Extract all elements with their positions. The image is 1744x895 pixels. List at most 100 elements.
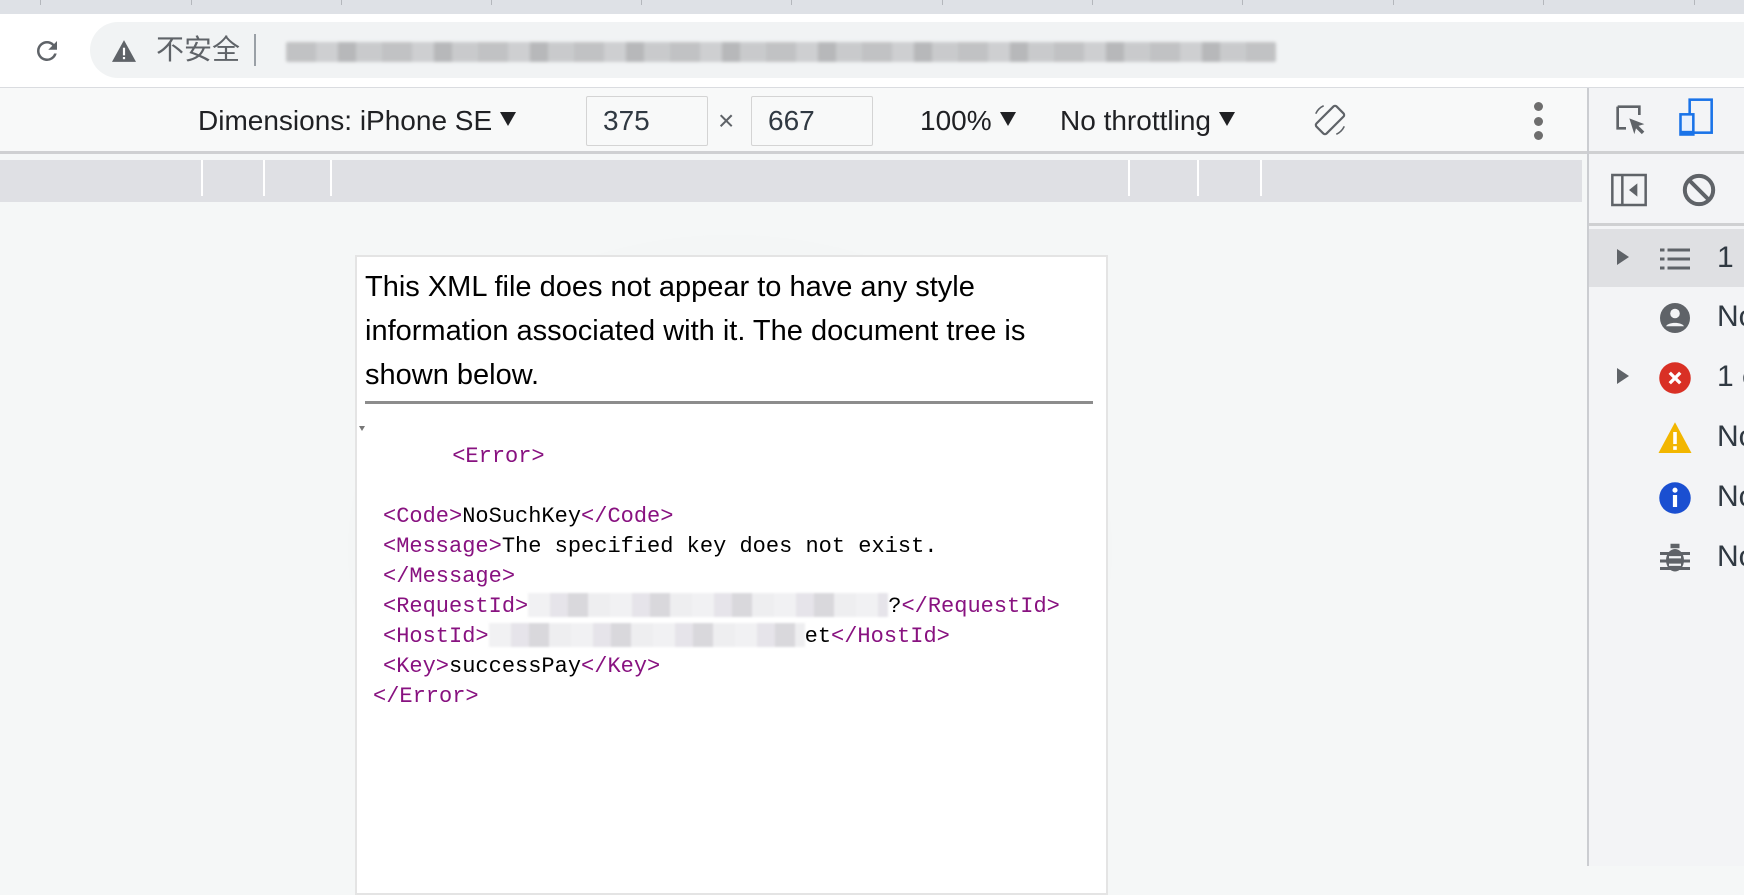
collapse-toggle-icon[interactable] [359, 426, 365, 431]
error-icon [1659, 362, 1691, 394]
sidebar-item-label: 1 e [1717, 360, 1744, 393]
reload-icon [37, 41, 57, 61]
media-query-divider [1197, 160, 1199, 196]
xml-line-key: <Key>successPay</Key> [365, 652, 1105, 682]
url-text-redacted[interactable] [286, 42, 1276, 62]
media-query-divider [263, 160, 265, 196]
dropdown-arrow-icon [500, 112, 517, 126]
zoom-dropdown[interactable]: 100% [920, 105, 1016, 137]
sidebar-item-messages[interactable]: 1 m [1589, 229, 1744, 287]
sidebar-item-label: No [1717, 540, 1744, 573]
tab-divider [791, 0, 792, 5]
tab-divider [491, 0, 492, 5]
devtools-panel: 1 m No 1 e No No [1589, 88, 1744, 866]
sidebar-item-verbose[interactable]: No [1589, 528, 1744, 586]
dot [1533, 131, 1543, 140]
xml-value: ? [888, 594, 902, 619]
throttling-label: No throttling [1060, 105, 1211, 136]
sidebar-item-label: No [1717, 300, 1744, 333]
xml-value: The specified key does not exist. [501, 534, 938, 559]
expand-arrow-icon[interactable] [1617, 368, 1629, 384]
omnibox-separator [254, 34, 256, 66]
xml-tag: <Code> [383, 504, 463, 529]
zoom-label: 100% [920, 105, 992, 136]
sidebar-toggle-icon[interactable] [1609, 170, 1649, 210]
dropdown-arrow-icon [999, 112, 1016, 126]
tab-divider [1543, 0, 1544, 5]
not-secure-warning-icon[interactable] [110, 39, 138, 63]
console-toolbar [1589, 154, 1744, 226]
throttling-dropdown[interactable]: No throttling [1060, 105, 1235, 137]
user-icon [1660, 303, 1690, 333]
more-options-button[interactable] [1532, 102, 1544, 140]
tab-divider [40, 0, 41, 5]
sidebar-item-label: 1 m [1717, 241, 1744, 274]
tab-divider [942, 0, 943, 5]
dimensions-label: Dimensions: iPhone SE [198, 105, 493, 136]
xml-line-requestid: <RequestId> ?</RequestId> [365, 592, 1105, 622]
devtools-main-toolbar [1589, 88, 1744, 154]
reload-button[interactable] [30, 34, 64, 68]
device-viewport[interactable]: This XML file does not appear to have an… [355, 255, 1108, 895]
tab-divider [1242, 0, 1243, 5]
media-query-divider [1260, 160, 1262, 196]
dot [1533, 102, 1543, 111]
tab-divider [1694, 0, 1695, 5]
xml-line-error-close: </Error> [365, 682, 1105, 712]
xml-tag: </Message> [383, 564, 516, 589]
sidebar-item-user-messages[interactable]: No [1589, 288, 1744, 346]
xml-value: et [804, 624, 832, 649]
tab-divider [1092, 0, 1093, 5]
xml-value: NoSuchKey [462, 504, 582, 529]
expand-arrow-icon[interactable] [1617, 249, 1629, 265]
xml-tag: <Message> [383, 534, 502, 559]
media-query-divider [330, 160, 332, 196]
media-query-bar[interactable] [0, 160, 1582, 202]
bug-icon [1660, 543, 1690, 572]
dimensions-dropdown[interactable]: Dimensions: iPhone SE [198, 105, 517, 137]
clear-console-icon[interactable] [1679, 170, 1719, 210]
list-icon [1660, 248, 1690, 270]
xml-line-message-close: </Message> [365, 562, 1105, 592]
tab-divider [641, 0, 642, 5]
rotate-icon[interactable] [1311, 101, 1349, 139]
width-input[interactable]: 375 [586, 96, 708, 146]
redacted-value [528, 593, 889, 617]
xml-tag: <HostId> [383, 624, 489, 649]
inspect-element-icon[interactable] [1611, 100, 1651, 140]
omnibox[interactable]: 不安全 [90, 22, 1744, 78]
media-query-divider [1128, 160, 1130, 196]
xml-line-error-open[interactable]: <Error> [359, 412, 1105, 502]
address-bar-row: 不安全 [0, 14, 1744, 88]
xml-tag: </RequestId> [901, 594, 1060, 619]
sidebar-item-info[interactable]: No [1589, 468, 1744, 526]
sidebar-item-label: No [1717, 480, 1744, 513]
xml-line-message: <Message>The specified key does not exis… [365, 532, 1105, 562]
xml-style-notice: This XML file does not appear to have an… [365, 265, 1093, 404]
sidebar-item-warnings[interactable]: No [1589, 408, 1744, 466]
warning-icon [1658, 422, 1692, 453]
info-icon [1659, 482, 1691, 514]
xml-line-hostid: <HostId> et</HostId> [365, 622, 1105, 652]
dropdown-arrow-icon [1218, 112, 1235, 126]
dot [1533, 116, 1543, 126]
xml-document-tree: <Error> <Code>NoSuchKey</Code> <Message>… [359, 412, 1105, 712]
redacted-value [488, 623, 805, 647]
xml-tag: <Key> [383, 654, 450, 679]
height-input[interactable]: 667 [751, 96, 873, 146]
times-separator: × [718, 105, 735, 136]
device-toggle-icon[interactable] [1675, 96, 1719, 140]
tab-divider [1393, 0, 1394, 5]
xml-tag: </Key> [581, 654, 661, 679]
xml-tag: <Error> [452, 444, 545, 469]
xml-value: successPay [449, 654, 582, 679]
tab-divider [191, 0, 192, 5]
tab-divider [341, 0, 342, 5]
tab-strip [0, 0, 1744, 14]
media-query-divider [201, 160, 203, 196]
security-status-label[interactable]: 不安全 [156, 34, 240, 66]
xml-tag: </HostId> [831, 624, 950, 649]
xml-tag: <RequestId> [383, 594, 529, 619]
sidebar-item-errors[interactable]: 1 e [1589, 348, 1744, 406]
xml-line-code: <Code>NoSuchKey</Code> [365, 502, 1105, 532]
